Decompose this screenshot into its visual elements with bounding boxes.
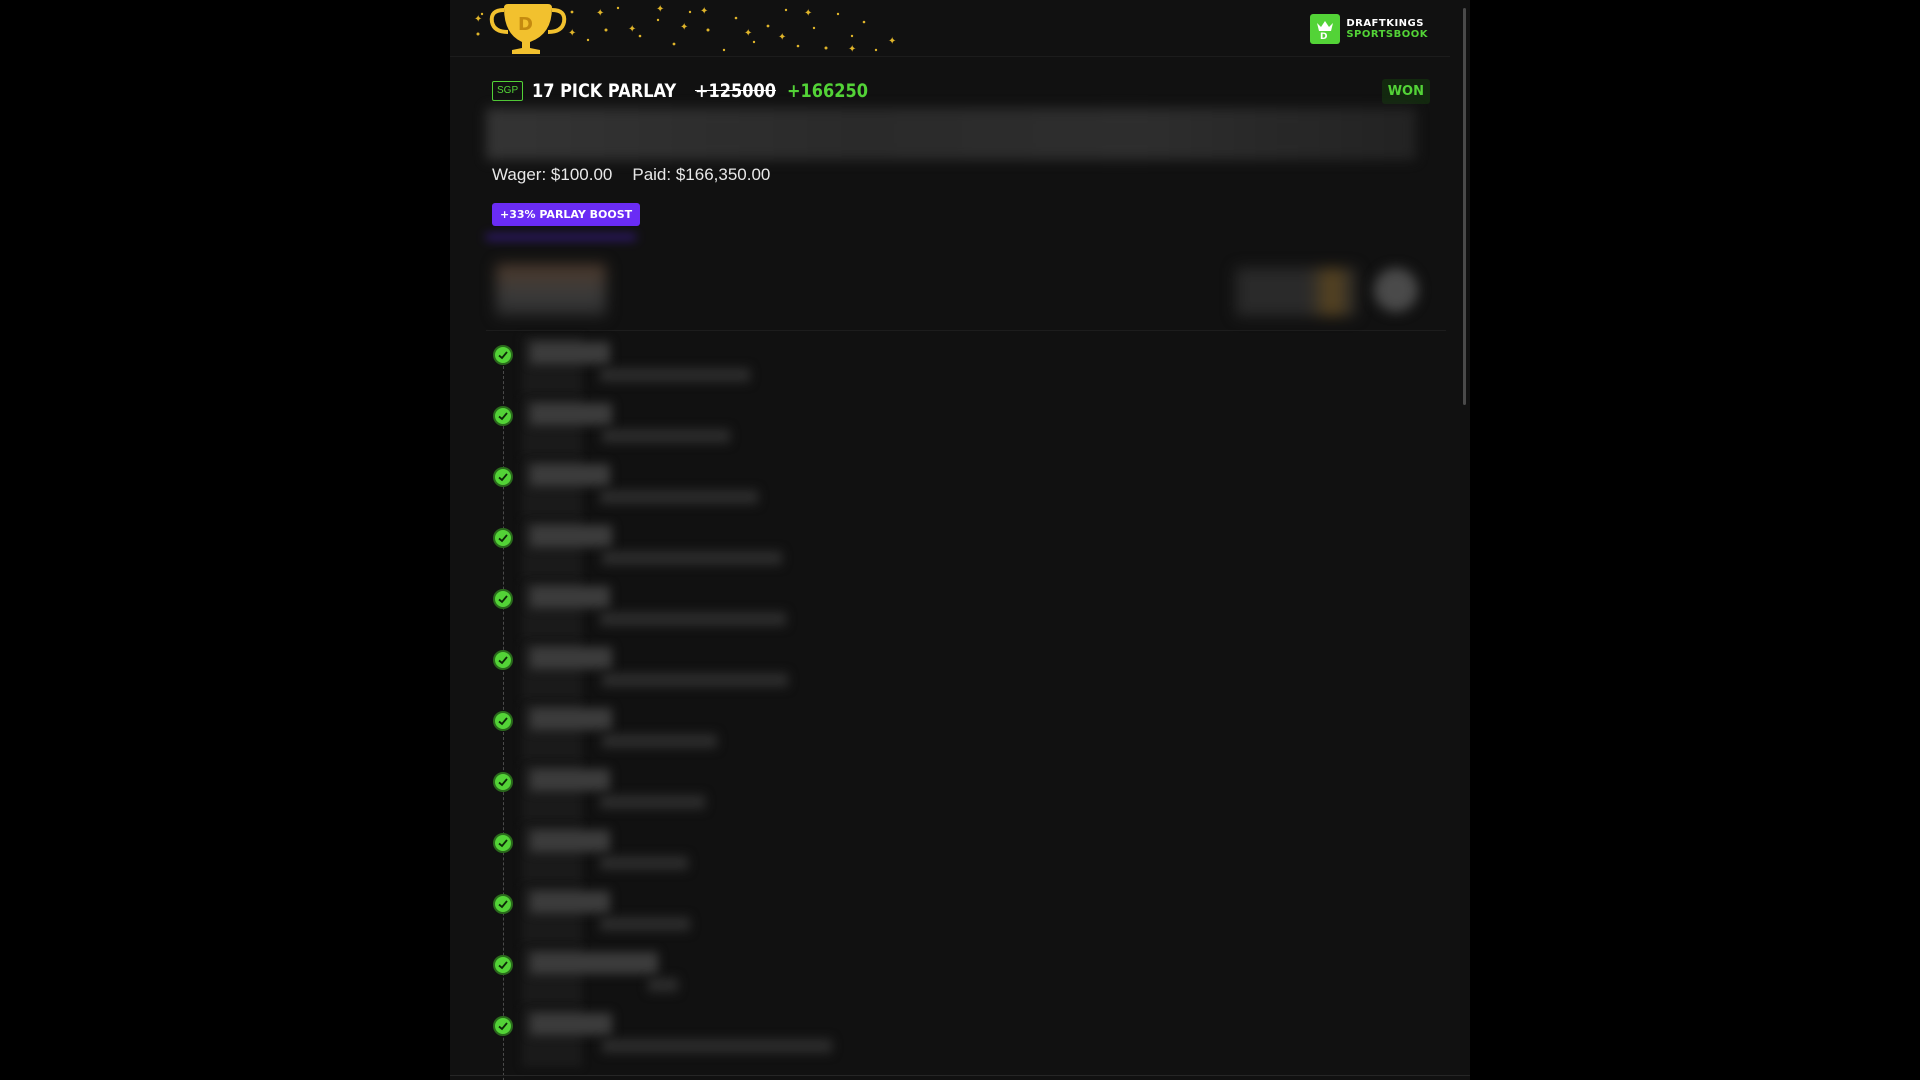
check-circle-icon: [493, 345, 513, 365]
bottom-divider: [450, 1075, 1470, 1076]
check-circle-icon: [493, 467, 513, 487]
check-circle-icon: [493, 650, 513, 670]
parlay-leg[interactable]: [486, 946, 1386, 1011]
blurred-bet-description: [486, 108, 1416, 160]
paid-label: Paid:: [632, 165, 672, 184]
leg-blurred-player: [530, 342, 610, 364]
check-circle-icon: [493, 711, 513, 731]
leg-blurred-player: [530, 403, 612, 425]
draftkings-sportsbook-logo: D DRAFTKINGS SPORTSBOOK: [1310, 14, 1428, 44]
leg-blurred-player: [530, 952, 658, 974]
parlay-leg[interactable]: [486, 824, 1386, 889]
leg-blurred-player: [530, 1013, 612, 1035]
check-circle-icon: [493, 833, 513, 853]
leg-blurred-player: [530, 891, 610, 913]
brand-name: DRAFTKINGS: [1346, 18, 1424, 29]
leg-blurred-selection: [602, 673, 788, 687]
svg-text:✦: ✦: [474, 14, 482, 25]
svg-text:D: D: [1320, 32, 1327, 40]
paid-amount: Paid: $166,350.00: [632, 165, 770, 185]
svg-text:D: D: [518, 14, 533, 35]
check-circle-icon: [493, 1016, 513, 1036]
svg-text:✦: ✦: [680, 22, 688, 33]
leg-blurred-selection: [602, 734, 717, 748]
leg-blurred-player: [530, 647, 612, 669]
status-badge: WON: [1381, 79, 1430, 104]
svg-text:✦: ✦: [744, 28, 752, 39]
check-circle-icon: [493, 528, 513, 548]
parlay-leg[interactable]: [486, 1007, 1386, 1072]
check-circle-icon: [493, 772, 513, 792]
leg-blurred-selection: [602, 551, 782, 565]
parlay-leg[interactable]: [486, 519, 1386, 584]
leg-blurred-player: [530, 830, 610, 852]
svg-text:✦: ✦: [888, 36, 896, 47]
bet-card-header: D ✦ ✦ ✦ ✦ ✦ ✦ ✦ ✦ ✦ ✦ ✦ ✦ D DRAFTKINGS S…: [450, 0, 1450, 57]
check-circle-icon: [493, 955, 513, 975]
svg-text:✦: ✦: [778, 32, 786, 43]
leg-blurred-selection: [648, 978, 678, 992]
wager-label: Wager:: [492, 165, 547, 184]
leg-blurred-selection: [602, 429, 730, 443]
leg-blurred-player: [530, 769, 610, 791]
blurred-event-header[interactable]: [486, 250, 1446, 331]
svg-text:✦: ✦: [700, 6, 708, 17]
parlay-leg[interactable]: [486, 336, 1386, 401]
blurred-event-score: [1236, 268, 1356, 316]
check-circle-icon: [493, 894, 513, 914]
bet-title-row: SGP 17 PICK PARLAY +125000 +166250: [492, 79, 882, 103]
leg-blurred-selection: [600, 368, 750, 382]
parlay-boost-badge: +33% PARLAY BOOST: [492, 203, 641, 226]
scrollbar-thumb[interactable]: [1463, 8, 1466, 405]
check-circle-icon: [493, 589, 513, 609]
leg-blurred-player: [530, 525, 612, 547]
leg-blurred-selection: [602, 1039, 832, 1053]
brand-subname: SPORTSBOOK: [1346, 29, 1428, 40]
bet-title: 17 PICK PARLAY: [532, 80, 677, 102]
svg-text:✦: ✦: [628, 24, 636, 35]
confetti-decoration: D ✦ ✦ ✦ ✦ ✦ ✦ ✦ ✦ ✦ ✦ ✦ ✦: [474, 4, 896, 55]
wager-value: $100.00: [550, 165, 613, 184]
leg-blurred-selection: [600, 856, 688, 870]
svg-text:✦: ✦: [596, 8, 604, 19]
parlay-leg[interactable]: [486, 397, 1386, 462]
wager-paid-row: Wager: $100.00 Paid: $166,350.00: [492, 165, 770, 185]
blurred-event-info: [496, 264, 606, 316]
parlay-leg[interactable]: [486, 885, 1386, 950]
svg-text:✦: ✦: [656, 4, 664, 15]
parlay-leg[interactable]: [486, 458, 1386, 523]
sgp-tag: SGP: [492, 81, 524, 101]
leg-blurred-selection: [600, 917, 690, 931]
leg-blurred-player: [530, 708, 612, 730]
blurred-event-icon: [1374, 268, 1418, 312]
svg-text:✦: ✦: [848, 44, 856, 55]
brand-text: DRAFTKINGS SPORTSBOOK: [1346, 18, 1428, 40]
check-circle-icon: [493, 406, 513, 426]
wager-amount: Wager: $100.00: [492, 165, 612, 185]
parlay-leg[interactable]: [486, 702, 1386, 767]
leg-blurred-selection: [600, 795, 705, 809]
draftkings-crown-icon: D: [1310, 14, 1341, 44]
svg-text:✦: ✦: [804, 8, 812, 19]
leg-blurred-player: [530, 464, 610, 486]
boost-glow: [486, 234, 636, 240]
trophy-icon: D: [489, 4, 567, 54]
parlay-leg[interactable]: [486, 580, 1386, 645]
paid-value: $166,350.00: [675, 165, 771, 184]
original-odds: +125000: [694, 80, 776, 102]
parlay-leg[interactable]: [486, 763, 1386, 828]
leg-blurred-selection: [600, 490, 758, 504]
boosted-odds: +166250: [786, 80, 868, 102]
leg-blurred-selection: [600, 612, 786, 626]
bet-card: D ✦ ✦ ✦ ✦ ✦ ✦ ✦ ✦ ✦ ✦ ✦ ✦ D DRAFTKINGS S…: [450, 0, 1470, 1080]
leg-blurred-player: [530, 586, 610, 608]
svg-text:✦: ✦: [568, 28, 576, 39]
parlay-leg[interactable]: [486, 641, 1386, 706]
